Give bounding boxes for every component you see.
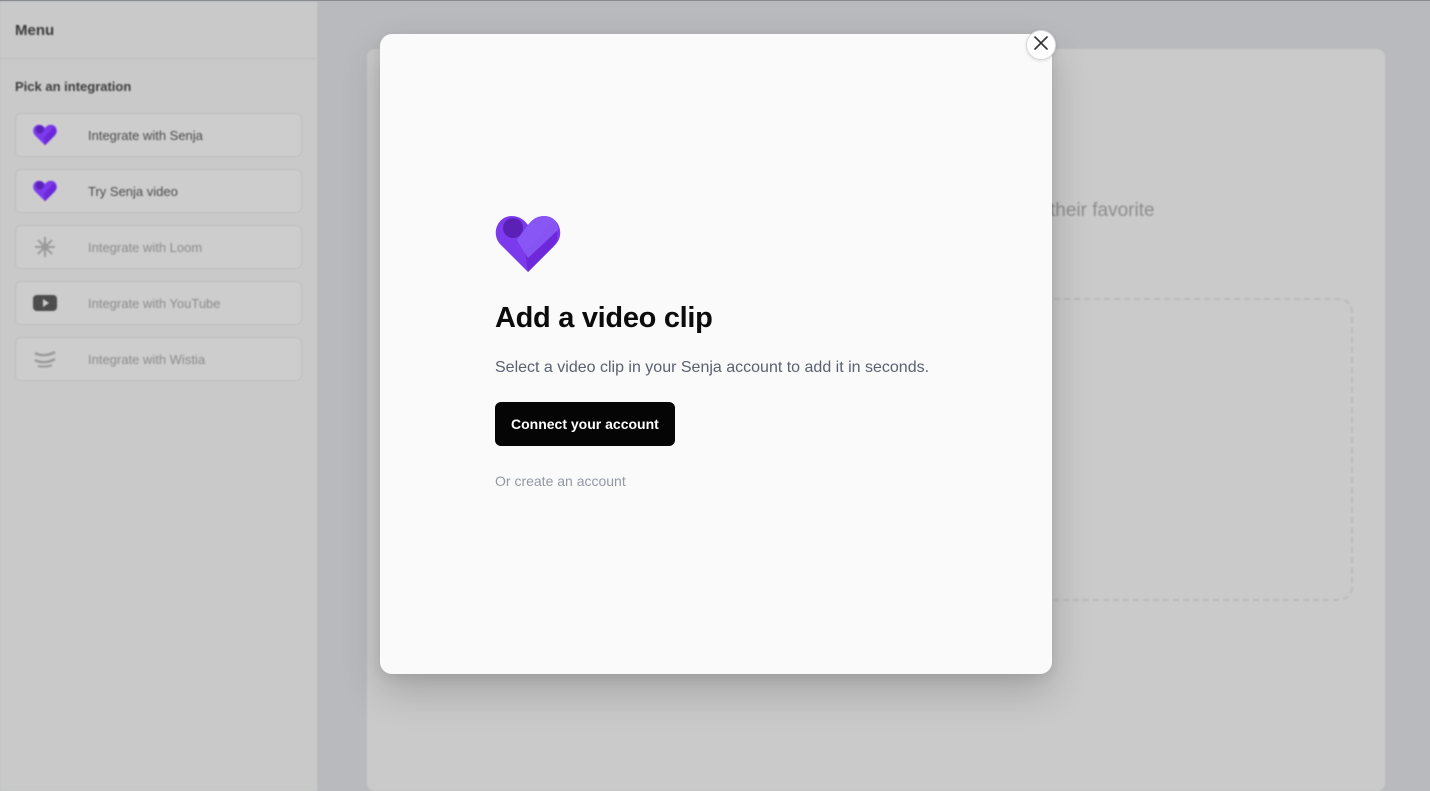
modal-content: Add a video clip Select a video clip in …: [495, 214, 929, 489]
integration-item-senja[interactable]: Integrate with Senja: [15, 113, 302, 157]
integration-item-label: Try Senja video: [88, 183, 178, 199]
youtube-icon: [32, 292, 58, 314]
integration-item-label: Integrate with Senja: [88, 127, 203, 143]
close-icon: [1034, 35, 1048, 55]
integration-list: Integrate with Senja Try Senja video Int…: [15, 113, 302, 393]
modal-title: Add a video clip: [495, 302, 713, 334]
modal-description: Select a video clip in your Senja accoun…: [495, 359, 930, 376]
integration-item-senja-video[interactable]: Try Senja video: [15, 169, 302, 213]
integration-item-youtube[interactable]: Integrate with YouTube: [15, 281, 302, 325]
integration-item-wistia[interactable]: Integrate with Wistia: [15, 337, 302, 381]
loom-icon: [32, 236, 58, 258]
integration-item-label: Integrate with Loom: [88, 239, 203, 255]
upload-dropzone: [1010, 298, 1353, 601]
close-modal-button[interactable]: [1026, 30, 1056, 60]
sidebar-section-label: Pick an integration: [15, 79, 132, 94]
sidebar-title: Menu: [0, 2, 317, 59]
senja-heart-icon: [495, 214, 561, 274]
app-root: Menu Pick an integration Integrate with …: [0, 0, 1430, 791]
integration-item-label: Integrate with YouTube: [88, 295, 221, 311]
integration-item-label: Integrate with Wistia: [88, 351, 206, 367]
wistia-icon: [32, 348, 58, 370]
connect-account-button[interactable]: Connect your account: [495, 402, 675, 446]
senja-heart-icon: [32, 124, 58, 146]
integration-item-loom[interactable]: Integrate with Loom: [15, 225, 302, 269]
create-account-link[interactable]: Or create an account: [495, 473, 929, 489]
add-video-modal: Add a video clip Select a video clip in …: [380, 34, 1052, 674]
sidebar: Menu Pick an integration Integrate with …: [0, 2, 318, 791]
background-text: their favorite: [1050, 200, 1155, 221]
senja-heart-icon: [32, 180, 58, 202]
